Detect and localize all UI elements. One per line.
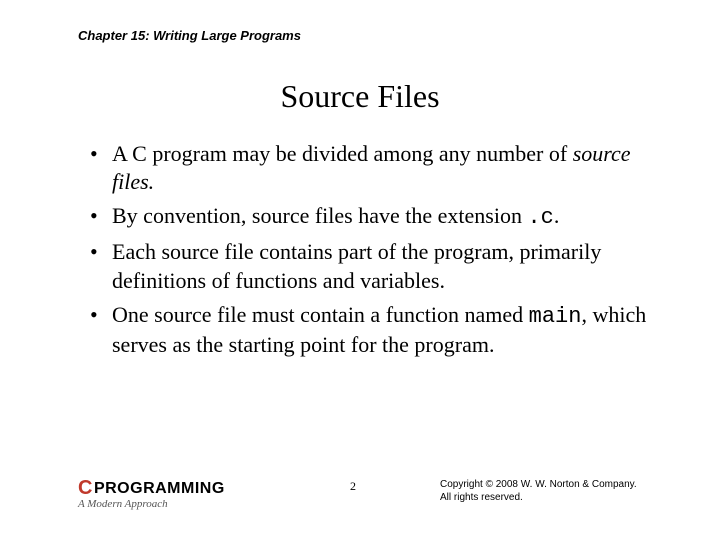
bullet-text: By convention, source files have the ext… — [112, 203, 527, 228]
slide: Chapter 15: Writing Large Programs Sourc… — [0, 0, 720, 540]
bullet-item: A C program may be divided among any num… — [90, 140, 650, 196]
bullet-list: A C program may be divided among any num… — [90, 140, 650, 359]
slide-title: Source Files — [0, 78, 720, 115]
book-logo: CPROGRAMMING A Modern Approach — [78, 477, 225, 510]
bullet-item: One source file must contain a function … — [90, 301, 650, 359]
copyright-line: Copyright © 2008 W. W. Norton & Company. — [440, 478, 637, 491]
bullet-code: main — [529, 304, 582, 329]
footer: CPROGRAMMING A Modern Approach 2 Copyrig… — [0, 470, 720, 516]
logo-word: PROGRAMMING — [94, 480, 225, 498]
copyright: Copyright © 2008 W. W. Norton & Company.… — [440, 478, 637, 504]
copyright-line: All rights reserved. — [440, 491, 637, 504]
bullet-text: A C program may be divided among any num… — [112, 141, 573, 166]
bullet-item: Each source file contains part of the pr… — [90, 238, 650, 294]
logo-subtitle: A Modern Approach — [78, 498, 225, 510]
logo-c-letter: C — [78, 477, 93, 500]
bullet-code: .c — [527, 205, 553, 230]
bullet-text: One source file must contain a function … — [112, 302, 529, 327]
slide-body: A C program may be divided among any num… — [90, 140, 650, 365]
chapter-heading: Chapter 15: Writing Large Programs — [78, 28, 301, 43]
bullet-text: Each source file contains part of the pr… — [112, 239, 601, 292]
page-number: 2 — [350, 479, 356, 494]
bullet-item: By convention, source files have the ext… — [90, 202, 650, 232]
logo-title: CPROGRAMMING — [78, 477, 225, 500]
bullet-text: . — [554, 203, 560, 228]
